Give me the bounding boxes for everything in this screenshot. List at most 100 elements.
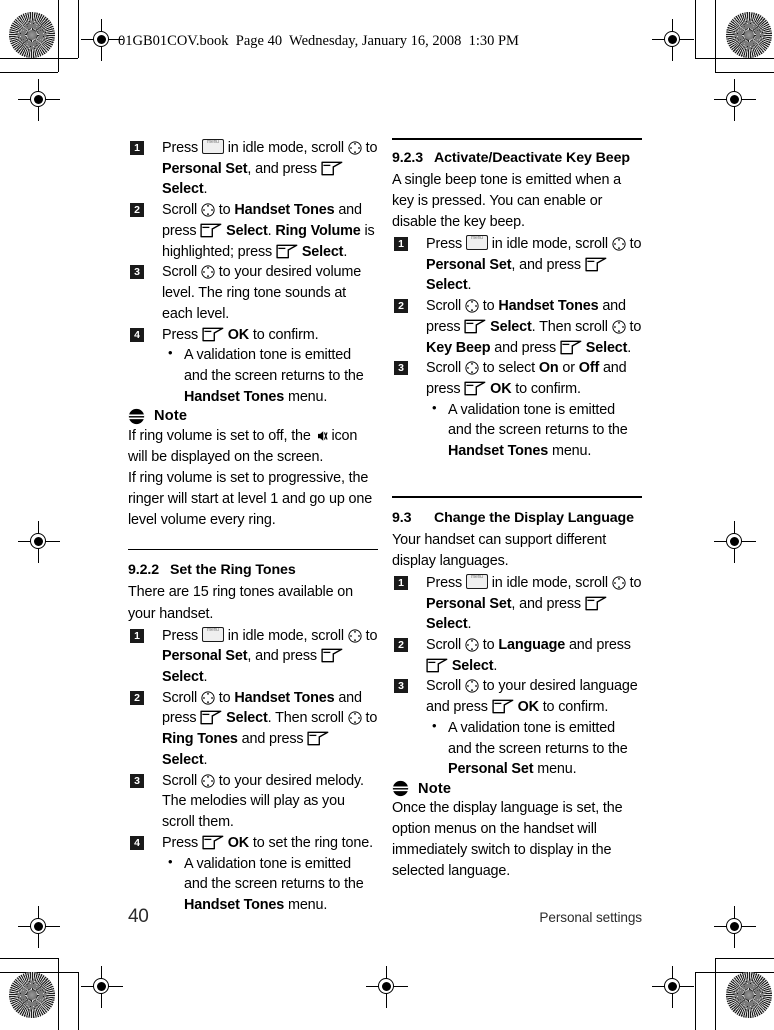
step-text: Scroll to Handset Tones and press Select… <box>162 689 378 768</box>
emphasis-term: Select <box>426 277 468 294</box>
step-number-badge: 2 <box>394 637 408 652</box>
emphasis-term: Handset Tones <box>184 388 285 405</box>
section-number-93: 9.3 <box>392 509 412 526</box>
crop-rule-left-inner <box>58 0 60 72</box>
emphasis-term: OK <box>227 326 250 343</box>
emphasis-term: Personal Set <box>426 256 512 273</box>
step-item: 3 Scroll to your desired language and pre… <box>392 676 642 780</box>
step-number-badge: 3 <box>130 773 144 788</box>
step-item: 1 Press in idle mode, scroll to Personal … <box>392 234 642 296</box>
soft-key-icon <box>321 161 343 176</box>
step-bullet-list: A validation tone is emitted and the scr… <box>426 399 642 462</box>
step-item: 3 Scroll to select On or Off and press OK… <box>392 358 642 462</box>
soft-key-icon <box>585 257 607 272</box>
scroll-navigation-icon <box>465 638 479 652</box>
page-content: 1 Press in idle mode, scroll to Personal … <box>128 138 642 913</box>
menu-key-icon <box>201 139 224 154</box>
step-text: Scroll to Handset Tones and press Select… <box>162 202 375 260</box>
emphasis-term: OK <box>517 699 539 716</box>
page-header-stamp: 01GB01COV.book Page 40 Wednesday, Januar… <box>118 33 519 49</box>
emphasis-term: On <box>538 360 559 377</box>
step-text: Scroll to select On or Off and press OK … <box>426 360 627 397</box>
note-paragraph: If ring volume is set to off, the icon w… <box>128 427 358 465</box>
crop-rule-top-outer <box>0 58 78 60</box>
column-left: 1 Press in idle mode, scroll to Personal … <box>128 138 378 916</box>
scroll-navigation-icon <box>201 203 215 217</box>
scroll-navigation-icon <box>201 265 215 280</box>
step-number-badge: 1 <box>394 575 408 590</box>
soft-key-icon <box>307 731 329 746</box>
emphasis-term: Handset Tones <box>498 298 599 315</box>
steps-display-language: 1 Press in idle mode, scroll to Personal … <box>392 573 642 780</box>
step-item: 2 Scroll to Handset Tones and press Selec… <box>392 296 642 358</box>
emphasis-term: Language <box>498 636 566 653</box>
scroll-navigation-icon <box>348 628 362 643</box>
note-heading: Note <box>128 408 378 425</box>
emphasis-term: Select <box>162 751 204 768</box>
emphasis-term: Ring Tones <box>162 731 238 748</box>
note-label: Note <box>418 780 452 797</box>
crop-rule-top-inner <box>0 72 58 74</box>
section-heading-923: 9.2.3 Activate/Deactivate Key Beep <box>392 149 642 167</box>
step-item: 1 Press in idle mode, scroll to Personal … <box>128 138 378 200</box>
emphasis-term: Select <box>162 181 204 198</box>
crop-rule-bottom-outer <box>0 972 78 974</box>
section-title-93: Change the Display Language <box>434 509 634 526</box>
note-heading-2: Note <box>392 780 642 797</box>
step-text: Press in idle mode, scroll to Personal S… <box>162 139 377 198</box>
density-patch-bottom-left <box>9 972 55 1018</box>
soft-key-icon <box>321 648 343 663</box>
emphasis-term: Select <box>226 710 268 727</box>
emphasis-term: Personal Set <box>448 761 534 778</box>
emphasis-term: Select <box>426 616 468 633</box>
density-patch-bottom-right <box>726 972 772 1018</box>
note-body-2: Once the display language is set, the op… <box>392 798 642 882</box>
emphasis-term: Off <box>578 360 600 377</box>
emphasis-term: Handset Tones <box>448 443 549 460</box>
step-text: Scroll to your desired language and pres… <box>426 678 638 716</box>
crop-rule-bottom-right-outer <box>695 972 774 974</box>
scroll-navigation-icon <box>465 679 479 694</box>
crop-rule-top-right-inner <box>715 72 774 74</box>
step-text: Scroll to your desired volume level. The… <box>162 264 362 322</box>
scroll-navigation-icon <box>465 299 479 313</box>
emphasis-term: Key Beep <box>426 339 491 356</box>
ringer-off-icon <box>315 429 328 443</box>
registration-target-top-left-lower <box>18 79 60 121</box>
page-number: 40 <box>128 906 149 927</box>
registration-target-top-right-lower <box>714 79 756 121</box>
note-icon <box>128 408 145 425</box>
soft-key-icon <box>202 835 224 850</box>
emphasis-term: Ring Volume <box>275 222 361 239</box>
section-title-923: Activate/Deactivate Key Beep <box>434 149 630 166</box>
note-body: If ring volume is set to off, the icon w… <box>128 426 378 531</box>
step-item: 2 Scroll to Language and press Select. <box>392 635 642 676</box>
crop-rule-left-outer-bottom <box>78 972 80 1030</box>
section-divider-93 <box>392 495 642 498</box>
emphasis-term: OK <box>227 834 250 851</box>
emphasis-term: OK <box>490 381 512 397</box>
bullet-item: A validation tone is emitted and the scr… <box>162 344 378 407</box>
crop-rule-right-inner-bottom <box>715 958 717 1030</box>
steps-key-beep: 1 Press in idle mode, scroll to Personal … <box>392 234 642 462</box>
soft-key-icon <box>202 327 224 342</box>
note-icon <box>392 780 409 797</box>
emphasis-term: Select <box>162 669 204 685</box>
crop-rule-right-outer-bottom <box>695 972 697 1030</box>
step-text: Scroll to your desired melody. The melod… <box>162 772 364 831</box>
step-number-badge: 4 <box>130 835 144 850</box>
step-item: 1 Press in idle mode, scroll to Personal … <box>128 626 378 688</box>
registration-target-bottom-right-upper <box>714 906 756 948</box>
step-text: Press in idle mode, scroll to Personal S… <box>426 573 641 633</box>
section-intro-923: A single beep tone is emitted when a key… <box>392 171 622 230</box>
density-patch-top-right <box>726 12 772 58</box>
scroll-navigation-icon <box>612 320 626 334</box>
step-item: 3 Scroll to your desired melody. The melo… <box>128 771 378 833</box>
step-text: Scroll to Handset Tones and press Select… <box>426 298 642 356</box>
crop-rule-right-outer <box>695 0 697 58</box>
note-ring-volume: Note If ring volume is set to off, the i… <box>128 408 378 531</box>
soft-key-icon <box>585 596 607 611</box>
registration-target-mid-left <box>18 521 60 563</box>
density-patch-top-left <box>9 12 55 58</box>
step-text: Press OK to set the ring tone. <box>162 834 373 851</box>
